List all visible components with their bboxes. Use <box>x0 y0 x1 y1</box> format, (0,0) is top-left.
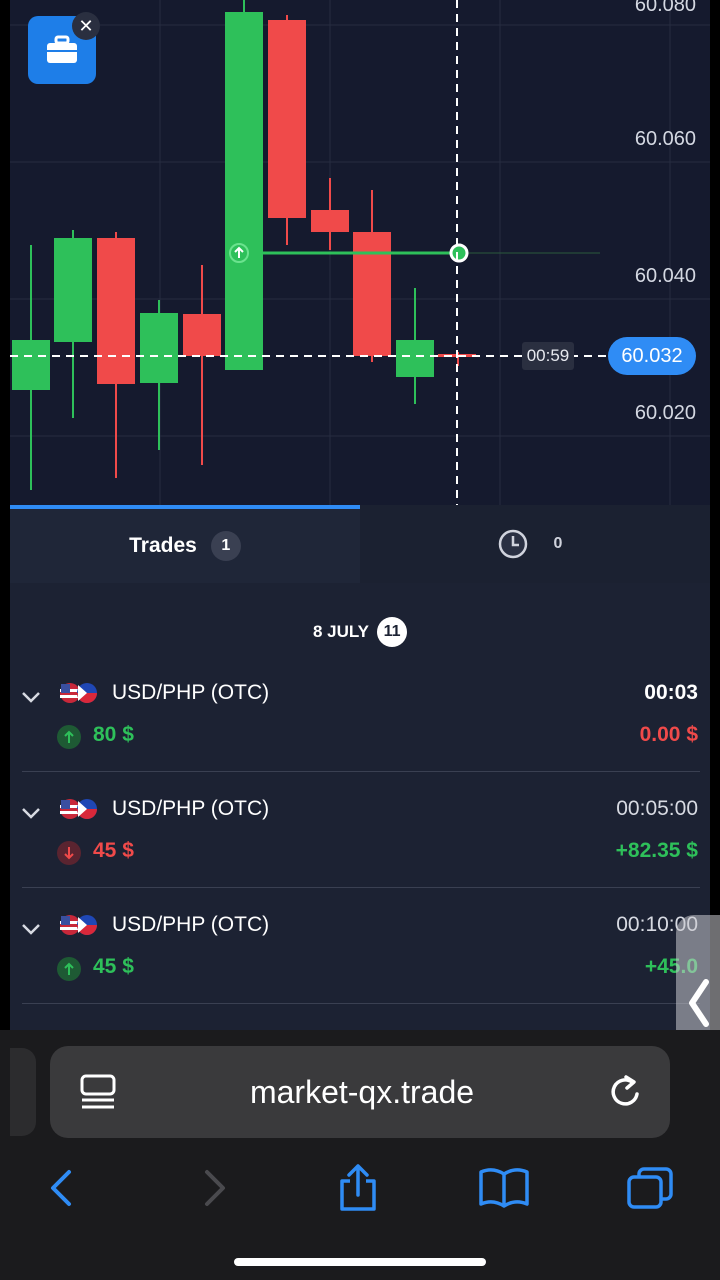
price-axis-label: 60.020 <box>634 402 696 424</box>
previous-tab-stub[interactable] <box>10 1048 36 1136</box>
clock-icon <box>498 529 528 559</box>
home-indicator[interactable] <box>234 1258 486 1266</box>
trade-amount: 80 $ <box>93 723 134 746</box>
trade-amount: 45 $ <box>93 955 134 978</box>
trade-pair: USD/PHP (OTC) <box>112 681 270 704</box>
trade-row[interactable]: USD/PHP (OTC) 00:03 80 $ 0.00 $ <box>10 677 710 793</box>
tabs-button[interactable] <box>620 1158 680 1218</box>
share-icon <box>340 1164 376 1211</box>
chevron-down-icon[interactable] <box>20 687 42 707</box>
trade-amount: 45 $ <box>93 839 134 862</box>
trade-time: 00:03 <box>644 681 698 704</box>
candle-bear <box>183 314 221 356</box>
candle-timer: 00:59 <box>522 342 574 370</box>
trade-entry-marker <box>449 243 469 263</box>
price-axis-label: 60.060 <box>634 128 696 150</box>
tab-trades-label: Trades <box>129 534 197 557</box>
usd-php-flags-icon <box>60 683 97 703</box>
price-chart[interactable]: 60.080 60.060 60.040 60.020 00:59 60.032 <box>10 0 710 505</box>
trade-pnl: 0.00 $ <box>639 723 698 746</box>
share-button[interactable] <box>328 1158 388 1218</box>
candle-bear <box>97 238 135 384</box>
date-label: 8 JULY <box>312 622 370 641</box>
usd-php-flags-icon <box>60 915 97 935</box>
chevron-left-icon <box>689 978 709 1027</box>
forward-button[interactable] <box>184 1158 244 1218</box>
briefcase-icon <box>47 35 77 63</box>
tab-trades[interactable]: Trades 1 <box>10 505 360 583</box>
candle-bull <box>140 313 178 383</box>
chevron-left-icon <box>51 1170 71 1206</box>
candlestick-svg <box>10 0 710 505</box>
chevron-down-icon[interactable] <box>20 803 42 823</box>
trade-row[interactable]: USD/PHP (OTC) 00:05:00 45 $ +82.35 $ <box>10 793 710 909</box>
date-count-badge: 11 <box>377 617 408 647</box>
book-icon <box>479 1168 529 1208</box>
trades-panel: Trades 1 0 8 JULY 11 USD/PHP (OTC) 00:03 <box>10 505 710 1030</box>
close-icon[interactable]: ✕ <box>72 12 100 40</box>
usd-php-flags-icon <box>60 799 97 819</box>
date-header: 8 JULY 11 <box>10 617 710 647</box>
price-axis-label: 60.040 <box>634 265 696 287</box>
candle-bull <box>54 238 92 342</box>
tabs-icon <box>627 1167 673 1209</box>
divider <box>22 771 700 772</box>
candle-bull <box>225 12 263 370</box>
url-text: market-qx.trade <box>249 1073 475 1110</box>
browser-nav <box>0 1158 720 1218</box>
reload-icon[interactable] <box>606 1072 646 1112</box>
reader-mode-icon[interactable] <box>78 1072 118 1112</box>
trades-count-badge: 1 <box>210 531 241 561</box>
trade-time: 00:05:00 <box>616 797 698 820</box>
trades-tabs: Trades 1 0 <box>10 505 710 583</box>
candle-bull <box>12 340 50 390</box>
trade-pair: USD/PHP (OTC) <box>112 797 270 820</box>
browser-toolbar: market-qx.trade <box>0 1030 720 1280</box>
bookmarks-button[interactable] <box>474 1158 534 1218</box>
candle-bear <box>311 210 349 232</box>
divider <box>22 1003 700 1004</box>
current-price-badge: 60.032 <box>608 337 696 375</box>
pending-count-badge: 0 <box>553 535 563 552</box>
arrow-up-icon <box>57 725 81 749</box>
chevron-down-icon[interactable] <box>20 919 42 939</box>
divider <box>22 887 700 888</box>
back-button[interactable] <box>32 1158 92 1218</box>
chevron-right-icon <box>205 1170 225 1206</box>
price-axis-label: 60.080 <box>634 0 696 16</box>
arrow-down-icon <box>57 841 81 865</box>
candle-bull <box>396 340 434 377</box>
tab-pending[interactable]: 0 <box>360 505 710 583</box>
trade-pnl: +82.35 $ <box>615 839 698 862</box>
arrow-up-icon <box>57 957 81 981</box>
trade-pair: USD/PHP (OTC) <box>112 913 270 936</box>
trade-row[interactable]: USD/PHP (OTC) 00:10:00 45 $ +45.0 <box>10 909 710 1025</box>
candle-bear <box>353 232 391 356</box>
candle-bear <box>268 20 306 218</box>
address-bar[interactable]: market-qx.trade <box>50 1046 670 1138</box>
